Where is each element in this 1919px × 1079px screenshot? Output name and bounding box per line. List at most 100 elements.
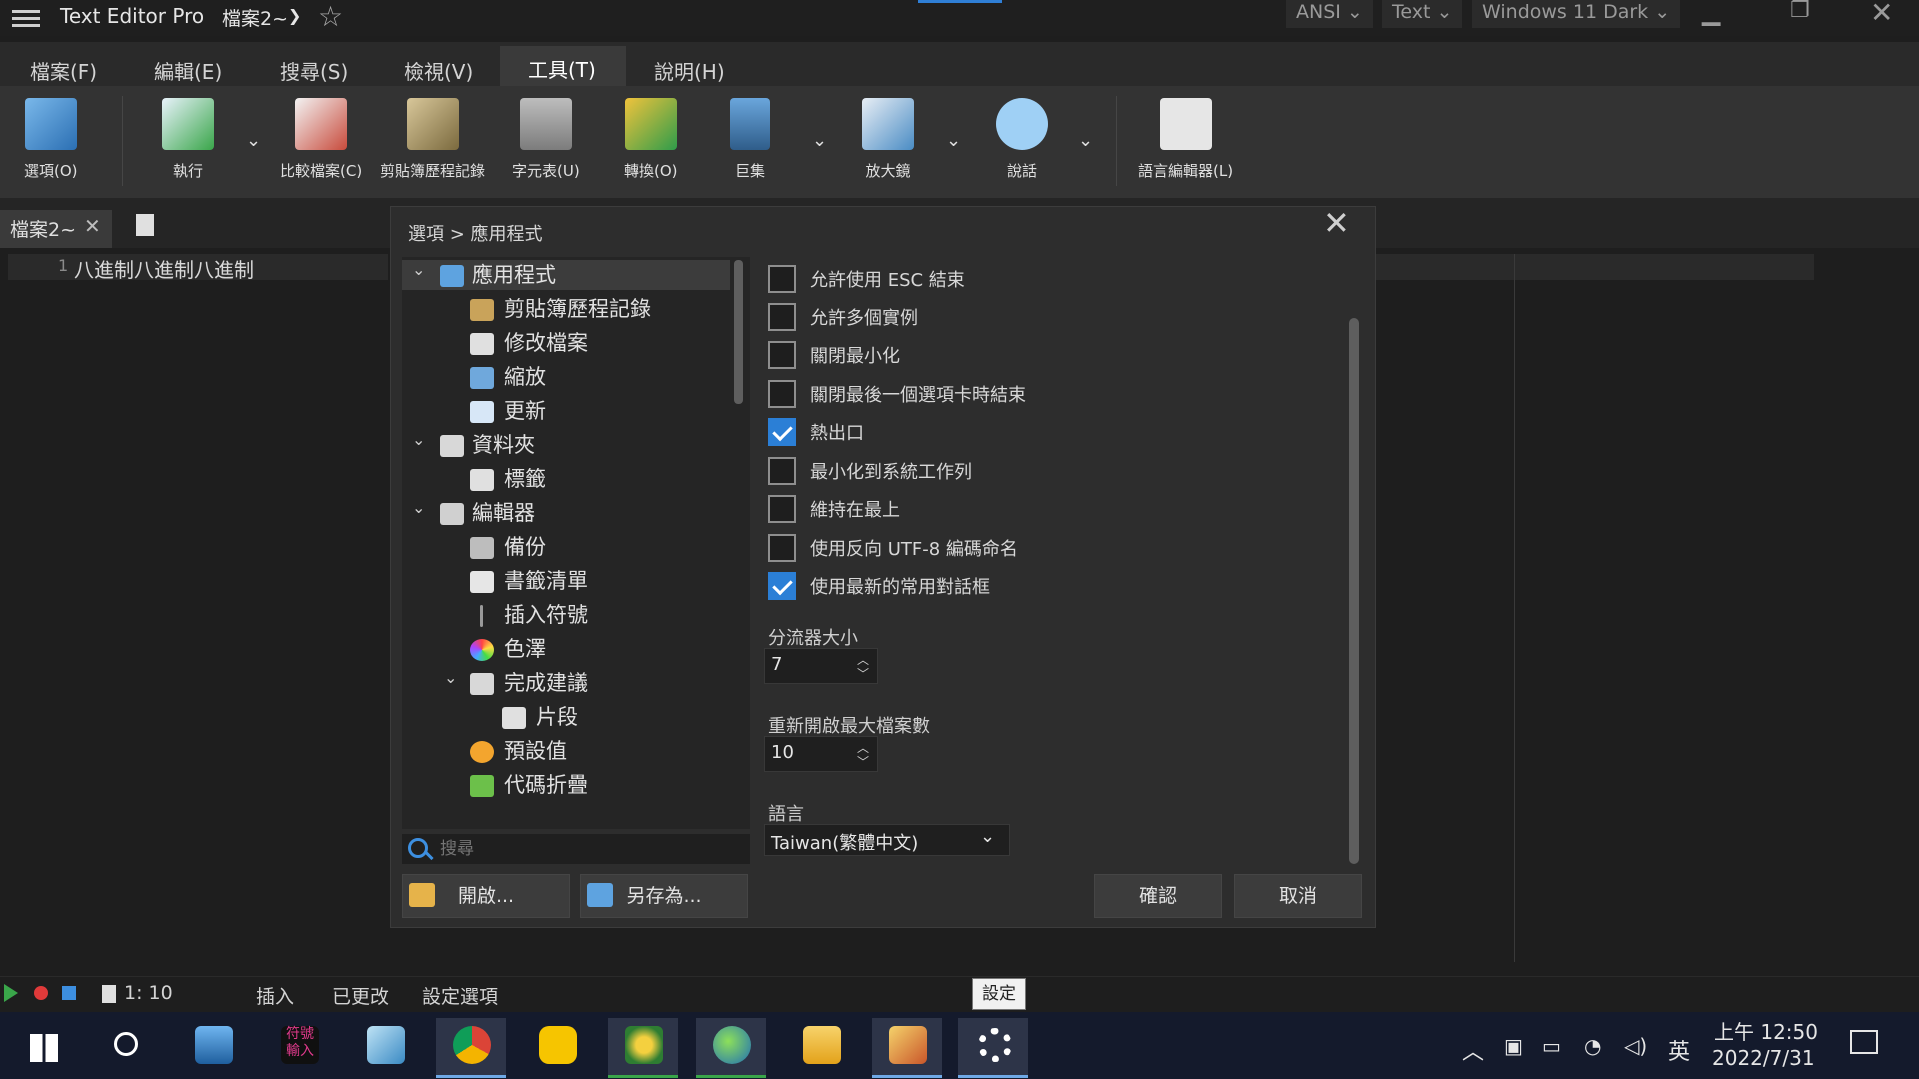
record-macro-icon[interactable] [34,986,48,1000]
chevron-up-icon[interactable]: ︿ [1462,1034,1484,1066]
start-button[interactable] [6,1018,76,1078]
volume-icon[interactable]: ◁) [1624,1034,1647,1058]
encoding-dropdown[interactable]: ANSI ⌄ [1286,0,1373,28]
save-as-button[interactable]: 另存為... [580,874,748,918]
checkbox-hot-exit[interactable] [768,418,796,446]
open-folder-icon [409,883,435,907]
ime-indicator[interactable]: 英 [1668,1034,1690,1066]
run-button[interactable]: 執行 [162,98,214,181]
checkbox-use-latest-dialogs[interactable] [768,572,796,600]
restore-icon[interactable]: ❐ [1790,0,1810,23]
color-wheel-icon [470,639,494,661]
breadcrumb: 選項 > 應用程式 [408,224,543,245]
tree-scrollbar[interactable] [734,260,743,404]
checkbox-allow-multiple-instances[interactable] [768,303,796,331]
dialog-close-icon[interactable]: ✕ [1323,204,1350,242]
play-macro-icon[interactable] [4,984,18,1002]
options-scrollbar[interactable] [1349,318,1359,864]
meet-now-icon[interactable]: ▣ [1504,1034,1523,1058]
menu-view[interactable]: 檢視(V) [404,56,473,85]
compare-files-button[interactable]: 比較檔案(C) [280,98,362,181]
language-icon [1159,98,1212,150]
taskbar-search[interactable] [90,1018,160,1078]
speech-button[interactable]: 說話 [996,98,1048,181]
theme-dropdown[interactable]: Windows 11 Dark ⌄ [1472,0,1681,28]
menu-help[interactable]: 說明(H) [654,56,725,85]
cursor-position[interactable]: 1: 10 [124,982,173,1004]
clipboard-icon [470,299,494,321]
chevron-down-icon: ⌄ [1346,1,1363,23]
save-icon [587,883,613,907]
magnifier-button[interactable]: 放大鏡 [862,98,914,181]
taskbar-settings[interactable] [958,1018,1028,1078]
magnifier-chevron-down-icon[interactable]: ⌄ [946,130,961,151]
clipboard-history-button[interactable]: 剪貼簿歷程記錄 [380,98,485,181]
taskbar-file-explorer[interactable] [786,1018,856,1078]
checkbox-close-minimize[interactable] [768,341,796,369]
clock-date[interactable]: 2022/7/31 [1712,1046,1815,1070]
chevron-down-icon[interactable]: ﹀ [857,753,869,770]
ok-button[interactable]: 確認 [1094,874,1222,918]
battery-icon[interactable]: ▭ [1542,1034,1561,1058]
open-button[interactable]: 開啟... [402,874,570,918]
charmap-button[interactable]: 字元表(U) [512,98,580,181]
editor-line-text[interactable]: 八進制八進制八進制 [74,254,254,283]
splitter-size-input[interactable] [771,654,841,675]
checkbox-label: 熱出口 [810,423,864,444]
menu-tools[interactable]: 工具(T) [528,54,596,83]
menu-search[interactable]: 搜尋(S) [280,56,348,85]
run-chevron-down-icon[interactable]: ⌄ [246,130,261,151]
taskbar-app-green[interactable] [608,1018,678,1078]
taskbar-notebook[interactable] [350,1018,420,1078]
checkbox-label: 最小化到系統工作列 [810,462,972,483]
checkbox-minimize-to-tray[interactable] [768,457,796,485]
language-editor-button[interactable]: 語言編輯器(L) [1138,98,1233,181]
checkbox-allow-esc-exit[interactable] [768,265,796,293]
insert-mode[interactable]: 插入 [256,982,294,1009]
taskbar-chrome[interactable] [436,1018,506,1078]
cancel-button[interactable]: 取消 [1234,874,1362,918]
compare-icon [295,98,348,150]
speech-chevron-down-icon[interactable]: ⌄ [1078,130,1093,151]
max-reopen-label: 重新開啟最大檔案數 [768,716,930,737]
new-tab-icon[interactable] [136,214,154,236]
tab-close-icon[interactable]: ✕ [84,214,101,238]
file-title[interactable]: 檔案2~ [222,4,288,31]
notification-icon[interactable] [1850,1030,1878,1054]
highlighter-dropdown[interactable]: Text ⌄ [1382,0,1463,28]
minimize-icon[interactable]: ▁ [1702,0,1720,26]
taskbar-text-editor[interactable] [872,1018,942,1078]
hamburger-menu-icon[interactable] [12,6,40,30]
active-line-highlight-right [1370,254,1814,280]
stop-macro-icon[interactable] [62,986,76,1000]
macro-button[interactable]: 巨集 [730,98,770,181]
wifi-icon[interactable]: ◔ [1584,1034,1601,1058]
checkbox-stay-on-top[interactable] [768,495,796,523]
taskbar-app-yellow[interactable] [522,1018,592,1078]
max-reopen-input[interactable] [771,742,841,763]
drive-icon [470,537,494,559]
close-icon[interactable]: ✕ [1870,0,1893,29]
snippet-icon [502,707,526,729]
chevron-down-icon[interactable]: ❯ [288,6,301,25]
star-icon[interactable]: ☆ [318,0,343,33]
chevron-down-icon[interactable]: ⌄ [980,826,995,847]
status-message: 設定選項 [422,986,499,1008]
checkbox-reverse-utf8-naming[interactable] [768,534,796,562]
checkbox-exit-on-last-tab[interactable] [768,380,796,408]
menu-file[interactable]: 檔案(F) [30,56,97,85]
checkbox-label: 關閉最後一個選項卡時結束 [810,385,1026,406]
taskbar-this-pc[interactable] [178,1018,248,1078]
options-button[interactable]: 選項(O) [24,98,78,181]
app-title: Text Editor Pro [60,4,205,28]
taskbar-app-globe[interactable] [696,1018,766,1078]
chevron-down-icon[interactable]: ﹀ [857,665,869,682]
tree-search-input[interactable] [440,836,740,862]
update-icon [470,401,494,423]
menu-edit[interactable]: 編輯(E) [154,56,222,85]
taskbar-symbol-input[interactable]: 符號輸入 [264,1018,334,1078]
right-margin-line [1514,254,1515,962]
convert-button[interactable]: 轉換(O) [624,98,678,181]
macro-chevron-down-icon[interactable]: ⌄ [812,130,827,151]
clock-time[interactable]: 上午 12:50 [1714,1016,1818,1045]
